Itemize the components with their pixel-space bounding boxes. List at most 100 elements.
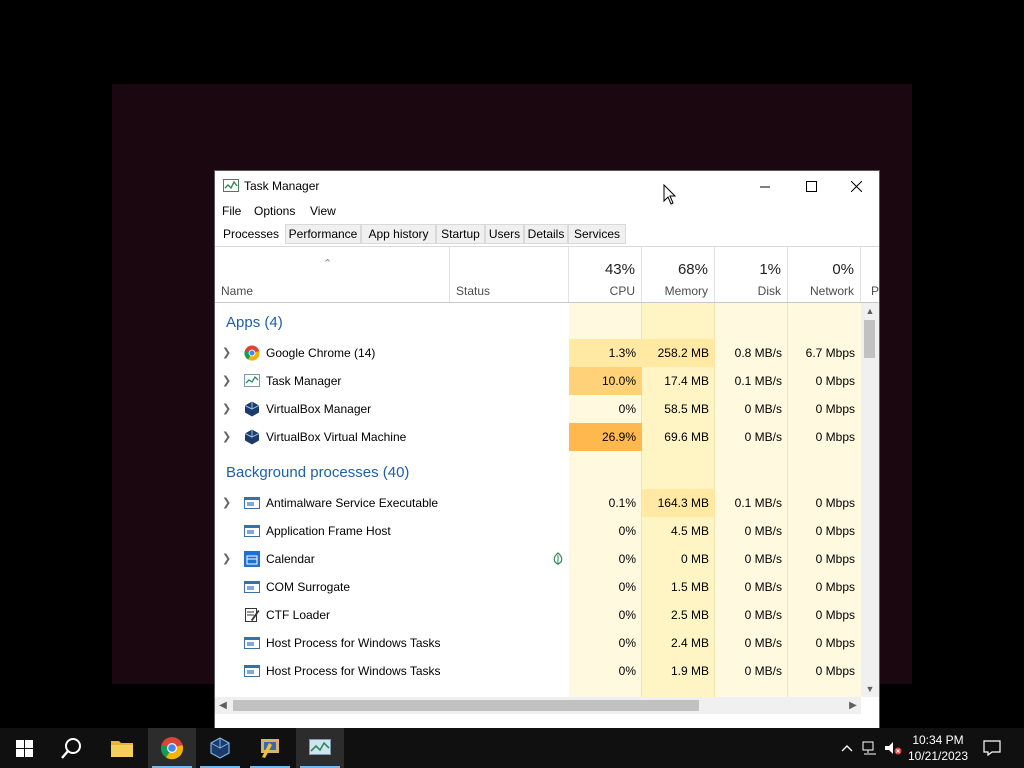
horizontal-scrollbar[interactable]: ◀ ▶ (215, 697, 861, 714)
horizontal-scroll-thumb[interactable] (233, 700, 699, 711)
process-disk-value: 0.1 MB/s (734, 374, 782, 388)
start-button[interactable] (0, 728, 48, 768)
process-cpu-value: 0% (618, 524, 636, 538)
process-net-value: 0 Mbps (815, 636, 855, 650)
tab-processes[interactable]: Processes (221, 224, 281, 244)
process-mem-value: 0 MB (680, 552, 709, 566)
suspended-leaf-icon (553, 552, 563, 565)
scroll-right-arrow-icon[interactable]: ▶ (845, 697, 861, 714)
process-name: COM Surrogate (266, 580, 351, 594)
minimize-icon (759, 186, 770, 187)
vertical-scrollbar[interactable]: ▲ ▼ (861, 303, 879, 697)
menu-bar: File Options View (215, 201, 879, 221)
process-row[interactable]: Host Process for Windows Tasks 0% 2.4 MB 0 … (215, 629, 861, 657)
process-name: Antimalware Service Executable (266, 496, 439, 510)
network-icon (862, 741, 876, 755)
taskbar-task-manager[interactable] (296, 728, 344, 768)
service-window-icon (244, 663, 260, 679)
process-name: Application Frame Host (266, 524, 391, 538)
process-name: Calendar (266, 552, 315, 566)
scroll-down-arrow-icon[interactable]: ▼ (861, 681, 879, 697)
process-row[interactable]: ❯ VirtualBox Manager 0% 58.5 MB 0 MB/s 0 Mbps (215, 395, 861, 423)
process-row[interactable]: ❯ VirtualBox Virtual Machine 26.9% 69.6 MB 0… (215, 423, 861, 451)
column-name-label: Name (221, 284, 254, 298)
disk-total-percent: 1% (759, 261, 781, 278)
process-disk-value: 0 MB/s (744, 430, 782, 444)
scroll-up-arrow-icon[interactable]: ▲ (861, 303, 879, 319)
tab-startup[interactable]: Startup (436, 224, 485, 244)
process-row[interactable]: CTF Loader 0% 2.5 MB 0 MB/s 0 Mbps (215, 601, 861, 629)
maximize-button[interactable] (788, 171, 834, 201)
memory-total-percent: 68% (677, 261, 708, 278)
expand-chevron-icon[interactable]: ❯ (222, 430, 231, 443)
process-net-value: 0 Mbps (815, 524, 855, 538)
task-manager-window: Task Manager File Options View Processes… (215, 171, 879, 728)
menu-options[interactable]: Options (254, 204, 295, 218)
minimize-button[interactable] (742, 171, 788, 201)
process-row[interactable]: ❯ Task Manager 10.0% 17.4 MB 0.1 MB/s 0 Mbps (215, 367, 861, 395)
process-row[interactable]: Application Frame Host 0% 4.5 MB 0 MB/s 0 Mb… (215, 517, 861, 545)
process-cpu-value: 0% (618, 664, 636, 678)
maximize-icon (805, 180, 817, 192)
notification-icon (983, 740, 1001, 756)
taskbar-file-explorer[interactable] (98, 728, 146, 768)
vertical-scroll-thumb[interactable] (864, 320, 875, 358)
process-row[interactable]: COM Surrogate 0% 1.5 MB 0 MB/s 0 Mbps (215, 573, 861, 601)
column-header-memory[interactable]: 68% Memory (642, 247, 715, 302)
group-header-background[interactable]: Background processes (40) (226, 464, 409, 481)
tab-services[interactable]: Services (568, 224, 626, 244)
column-header-disk[interactable]: 1% Disk (715, 247, 788, 302)
process-row[interactable]: Host Process for Windows Tasks 0% 1.9 MB 0 … (215, 657, 861, 685)
process-mem-value: 1.5 MB (670, 580, 709, 594)
expand-chevron-icon[interactable]: ❯ (222, 346, 231, 359)
process-row[interactable]: ❯ Antimalware Service Executable 0.1% 164.3… (215, 489, 861, 517)
taskbar-virtual-machine[interactable] (246, 728, 294, 768)
task-manager-icon (309, 739, 331, 755)
process-net-value: 0 Mbps (815, 430, 855, 444)
column-header-name[interactable]: ⌃ Name (215, 247, 450, 302)
process-name: Host Process for Windows Tasks (266, 664, 441, 678)
expand-chevron-icon[interactable]: ❯ (222, 496, 231, 509)
column-header-cpu[interactable]: 43% CPU (569, 247, 642, 302)
tab-users[interactable]: Users (485, 224, 524, 244)
expand-chevron-icon[interactable]: ❯ (222, 402, 231, 415)
system-clock[interactable]: 10:34 PM 10/21/2023 (898, 732, 978, 764)
close-button[interactable] (833, 171, 879, 201)
taskbar-virtualbox[interactable] (196, 728, 244, 768)
process-cpu-value: 0% (618, 636, 636, 650)
menu-view[interactable]: View (310, 204, 336, 218)
sort-ascending-icon: ⌃ (323, 258, 333, 270)
tab-performance[interactable]: Performance (285, 224, 361, 244)
column-header-power[interactable]: P (861, 247, 879, 302)
window-title: Task Manager (244, 179, 320, 193)
show-hidden-icons-button[interactable] (836, 728, 858, 768)
service-window-icon (244, 579, 260, 595)
column-status-label: Status (456, 284, 491, 298)
scroll-left-arrow-icon[interactable]: ◀ (215, 697, 231, 714)
column-disk-label: Disk (757, 284, 781, 298)
tab-details[interactable]: Details (524, 224, 568, 244)
taskbar-chrome[interactable] (148, 728, 196, 768)
group-header-apps[interactable]: Apps (4) (226, 314, 283, 331)
network-total-percent: 0% (832, 261, 854, 278)
tab-app-history[interactable]: App history (361, 224, 436, 244)
expand-chevron-icon[interactable]: ❯ (222, 374, 231, 387)
column-cpu-label: CPU (609, 284, 635, 298)
title-bar[interactable]: Task Manager (215, 171, 879, 201)
column-header-status[interactable]: Status (450, 247, 569, 302)
menu-file[interactable]: File (222, 204, 241, 218)
process-mem-value: 1.9 MB (670, 664, 709, 678)
process-row[interactable]: ❯ Calendar 0% 0 MB 0 MB/s 0 Mbps (215, 545, 861, 573)
network-tray-button[interactable] (859, 728, 881, 768)
expand-chevron-icon[interactable]: ❯ (222, 552, 231, 565)
calendar-icon (244, 551, 260, 567)
column-header-network[interactable]: 0% Network (788, 247, 861, 302)
process-disk-value: 0.1 MB/s (734, 496, 782, 510)
process-disk-value: 0 MB/s (744, 608, 782, 622)
search-button[interactable] (48, 728, 96, 768)
virtual-machine-icon (261, 739, 279, 758)
process-row[interactable]: ❯ Google Chrome (14) 1.3% 258.2 MB 0.8 MB/s 6… (215, 339, 861, 367)
notification-center-button[interactable] (980, 728, 1004, 768)
process-mem-value: 164.3 MB (642, 489, 715, 517)
process-mem-value: 17.4 MB (664, 374, 709, 388)
